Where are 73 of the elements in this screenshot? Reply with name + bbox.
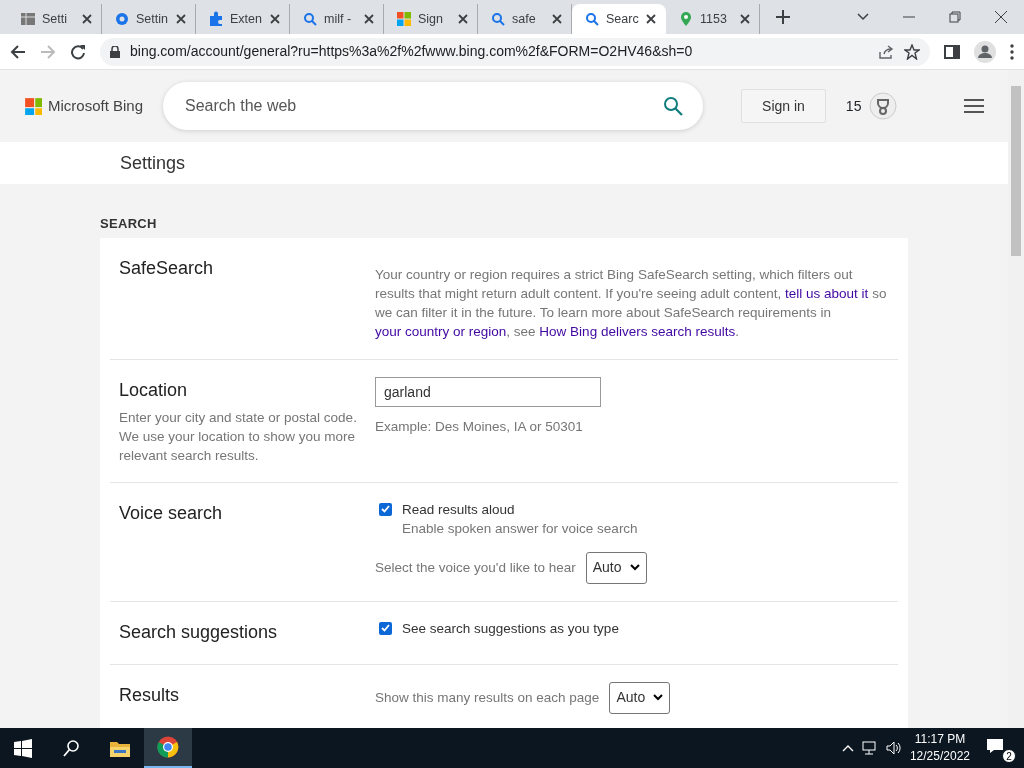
chevron-up-icon[interactable] <box>841 744 854 752</box>
close-icon[interactable] <box>269 13 281 25</box>
link[interactable]: tell us about it <box>785 285 869 301</box>
new-tab-icon[interactable] <box>776 10 790 24</box>
browser-icon[interactable] <box>157 736 179 758</box>
speaker-icon[interactable] <box>885 741 902 755</box>
star-icon[interactable] <box>904 43 920 60</box>
search-bar[interactable]: Search the web <box>163 82 704 130</box>
sheet-icon <box>20 11 36 27</box>
gear-icon <box>114 11 130 27</box>
checkbox[interactable] <box>379 621 392 635</box>
share-icon[interactable] <box>878 43 894 60</box>
search-icon <box>302 11 318 27</box>
close-icon[interactable] <box>994 10 1008 24</box>
close-icon[interactable] <box>363 13 375 25</box>
sign-in-button[interactable]: Sign in <box>741 89 826 123</box>
url-text: bing.com/account/general?ru=https%3a%2f%2fwww.bing.com%2f&FORM=O2HV46&sh=0 <box>130 42 693 61</box>
restore-icon[interactable] <box>948 10 962 24</box>
puzzle-icon <box>208 11 224 27</box>
close-icon[interactable] <box>457 13 469 25</box>
close-icon[interactable] <box>551 13 563 25</box>
browser-tab[interactable]: Searc <box>572 4 666 34</box>
trophy-icon[interactable] <box>869 92 898 120</box>
setting-description: Enter your city and state or postal code. We use your location to show you more relevant search results. <box>119 408 358 465</box>
setting-title: Results <box>119 683 181 707</box>
start-icon[interactable] <box>14 738 34 758</box>
description-text: Your country or region requires a strict Bing SafeSearch setting, which filters out results that might return adult content. If you're seeing adult content, tell us about it so we can filter it in the future. To learn more about SafeSearch requirements in your country or region, see How Bing delivers search results. <box>375 265 888 341</box>
squares-icon <box>24 97 42 115</box>
caret-icon <box>653 694 664 701</box>
select-label: Select the voice you'd like to hear <box>375 559 576 577</box>
close-icon[interactable] <box>739 13 751 25</box>
close-icon[interactable] <box>175 13 187 25</box>
close-icon[interactable] <box>81 13 93 25</box>
checkbox-label: See search suggestions as you type <box>402 619 619 638</box>
points-count: 15 <box>845 96 862 116</box>
checkbox-description: Enable spoken answer for voice search <box>402 519 638 538</box>
lock-icon <box>110 45 120 58</box>
dropdown[interactable]: Auto <box>585 551 647 584</box>
address-bar[interactable]: bing.com/account/general?ru=https%3a%2f%2fwww.bing.com%2f&FORM=O2HV46&sh=0 <box>100 37 930 66</box>
notification-button[interactable]: 2 <box>986 733 1016 763</box>
notification-count: 2 <box>1002 749 1016 763</box>
message-icon <box>986 738 1004 755</box>
more-icon[interactable] <box>1010 43 1014 60</box>
reload-icon[interactable] <box>70 43 86 60</box>
select-label: Show this many results on each page <box>375 689 600 707</box>
check-icon <box>381 505 390 513</box>
search-icon[interactable] <box>62 738 82 758</box>
location-field[interactable]: garland <box>375 376 601 407</box>
network-icon[interactable] <box>861 741 878 755</box>
check-icon <box>381 624 390 632</box>
close-icon[interactable] <box>645 13 657 25</box>
checkbox-label: Read results aloud <box>402 500 516 519</box>
search-icon <box>584 11 600 27</box>
menu-icon[interactable] <box>964 98 984 114</box>
search-icon <box>490 11 506 27</box>
clock-date: 12/25/2022 <box>909 748 970 765</box>
setting-title: Voice search <box>119 501 224 525</box>
setting-title: SafeSearch <box>119 256 215 280</box>
caret-icon <box>629 564 640 571</box>
dropdown[interactable]: Auto <box>609 681 671 714</box>
field-hint: Example: Des Moines, IA or 50301 <box>375 417 584 436</box>
side-panel-icon[interactable] <box>944 43 960 60</box>
back-icon[interactable] <box>10 43 26 60</box>
squares-icon <box>396 11 412 27</box>
profile-icon[interactable] <box>974 40 996 63</box>
clock-time: 11:17 PM <box>914 731 966 748</box>
page-title: Settings <box>120 151 186 175</box>
map-pin-icon <box>678 11 694 27</box>
checkbox[interactable] <box>379 502 392 516</box>
section-title: SEARCH <box>100 216 157 231</box>
setting-title: Search suggestions <box>119 620 279 644</box>
logo[interactable]: Microsoft Bing <box>24 94 144 118</box>
setting-title: Location <box>119 378 189 402</box>
